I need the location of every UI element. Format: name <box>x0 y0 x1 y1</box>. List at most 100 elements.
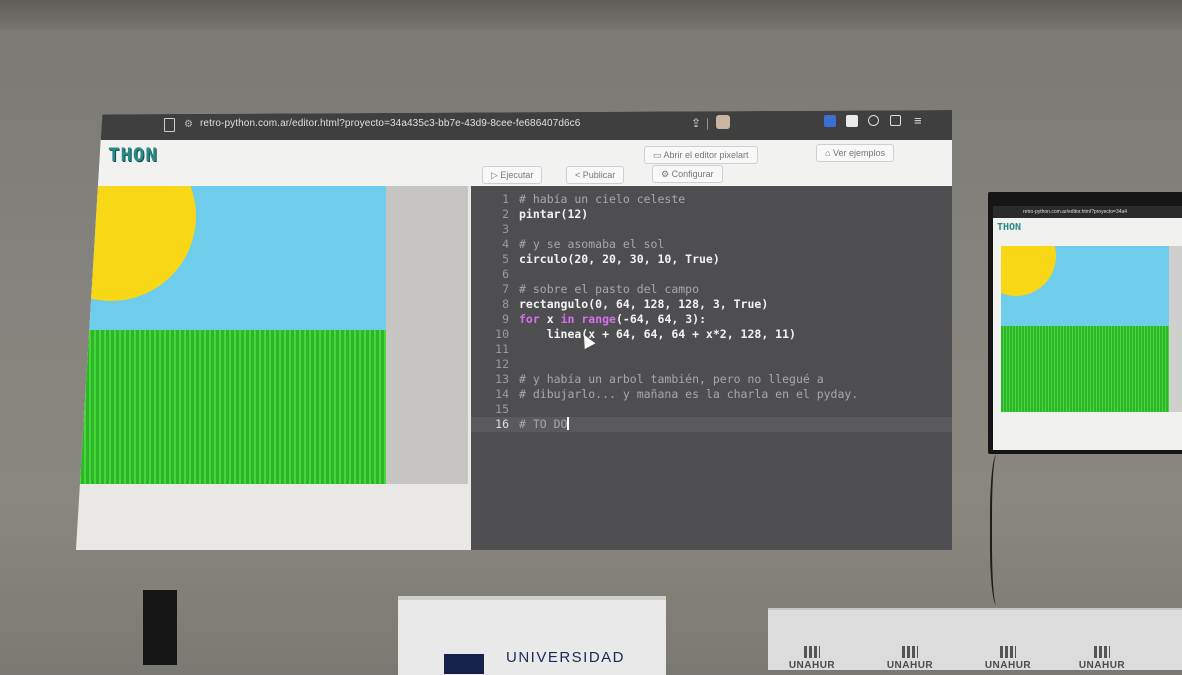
code-text: linea(x + 64, 64, 64 + x*2, 128, 11) <box>519 327 796 341</box>
code-line[interactable]: 1 # había un cielo celeste <box>471 192 952 207</box>
extension-icon[interactable] <box>716 115 730 129</box>
code-line[interactable]: 5 circulo(20, 20, 30, 10, True) <box>471 252 952 267</box>
line-number: 1 <box>502 192 509 206</box>
code-text: for x in range(-64, 64, 3): <box>519 312 706 326</box>
code-line[interactable]: 11 <box>471 342 952 357</box>
university-banner: UNIVERSIDAD <box>398 596 666 675</box>
line-number: 9 <box>502 312 509 326</box>
code-line[interactable]: 16 # TO DO <box>471 417 952 432</box>
line-number: 4 <box>502 237 509 251</box>
publish-button[interactable]: < Publicar <box>566 166 625 184</box>
grass-field <box>76 330 386 484</box>
code-line[interactable]: 13 # y había un arbol también, pero no ll… <box>471 372 952 387</box>
line-number: 13 <box>495 372 509 386</box>
line-number: 12 <box>495 357 509 371</box>
unahur-label-text: UNAHUR <box>1078 660 1126 671</box>
run-label: Ejecutar <box>500 170 534 180</box>
code-line[interactable]: 8 rectangulo(0, 64, 128, 128, 3, True) <box>471 297 952 312</box>
browser-toolbar: ⚙ retro-python.com.ar/editor.html?proyec… <box>76 110 952 140</box>
code-line[interactable]: 10 linea(x + 64, 64, 64 + x*2, 128, 11) <box>471 327 952 342</box>
code-text: # sobre el pasto del campo <box>519 282 700 296</box>
code-line[interactable]: 9 for x in range(-64, 64, 3): <box>471 312 952 327</box>
projected-screen: ⚙ retro-python.com.ar/editor.html?proyec… <box>76 110 952 550</box>
code-line[interactable]: 12 <box>471 357 952 372</box>
code-line[interactable]: 4 # y se asomaba el sol <box>471 237 952 252</box>
unahur-logo-icon <box>1094 646 1110 658</box>
line-number: 10 <box>495 327 509 341</box>
line-number: 6 <box>502 267 509 281</box>
line-number: 11 <box>495 342 509 356</box>
line-number: 2 <box>502 207 509 221</box>
game-canvas[interactable] <box>76 186 386 484</box>
line-number: 8 <box>502 297 509 311</box>
tv-monitor: retro-python.com.ar/editor.html?proyecto… <box>988 192 1182 454</box>
menu-icon[interactable]: ≡ <box>914 113 922 128</box>
code-line[interactable]: 3 <box>471 222 952 237</box>
code-editor[interactable]: 1 # había un cielo celeste 2 pintar(12) 3 4 # … <box>471 186 952 550</box>
unahur-label: UNAHUR <box>882 646 938 671</box>
code-line[interactable]: 6 <box>471 267 952 282</box>
code-text: pintar(12) <box>519 207 589 221</box>
bookmark-icon[interactable] <box>164 118 175 132</box>
line-number: 3 <box>502 222 509 236</box>
site-settings-icon[interactable]: ⚙ <box>184 119 193 130</box>
share-icon[interactable]: ⇪ <box>691 116 701 130</box>
tab-icon[interactable] <box>824 115 836 127</box>
examples-button[interactable]: ⌂ Ver ejemplos <box>816 144 894 162</box>
code-text: # y se asomaba el sol <box>519 237 665 251</box>
ceiling-edge <box>0 0 1182 30</box>
tv-cable <box>990 455 1006 605</box>
line-number: 5 <box>502 252 509 266</box>
line-number: 7 <box>502 282 509 296</box>
code-text: # dibujarlo... y mañana es la charla en … <box>519 387 859 401</box>
window-icon[interactable] <box>846 115 858 127</box>
open-pixelart-label: Abrir el editor pixelart <box>663 150 749 160</box>
toolbar-separator: | <box>706 116 710 130</box>
unahur-label: UNAHUR <box>1074 646 1130 671</box>
tv-address-bar: retro-python.com.ar/editor.html?proyecto… <box>993 206 1182 218</box>
unahur-label: UNAHUR <box>980 646 1036 671</box>
address-bar[interactable]: retro-python.com.ar/editor.html?proyecto… <box>200 118 580 129</box>
puzzle-icon[interactable] <box>890 115 901 126</box>
line-number: 14 <box>495 387 509 401</box>
canvas-panel <box>76 186 471 550</box>
sun-circle <box>76 186 196 301</box>
code-line[interactable]: 7 # sobre el pasto del campo <box>471 282 952 297</box>
unahur-label-text: UNAHUR <box>984 660 1032 671</box>
unahur-logo-icon <box>1000 646 1016 658</box>
code-text: rectangulo(0, 64, 128, 128, 3, True) <box>519 297 769 311</box>
examples-label: Ver ejemplos <box>832 148 885 158</box>
text-cursor <box>567 417 570 430</box>
line-number: 15 <box>495 402 509 416</box>
tv-sun-circle <box>1001 246 1056 296</box>
tv-screen: retro-python.com.ar/editor.html?proyecto… <box>993 206 1182 450</box>
run-button[interactable]: ▷ Ejecutar <box>482 166 543 184</box>
tv-grass-field <box>1001 326 1169 412</box>
university-logo-mark <box>444 654 484 674</box>
code-line[interactable]: 2 pintar(12) <box>471 207 952 222</box>
app-logo: THON <box>108 144 158 166</box>
line-number: 16 <box>495 417 509 431</box>
canvas-gutter <box>386 186 468 484</box>
unahur-banner: UNAHUR UNAHUR UNAHUR UNAHUR <box>768 608 1182 671</box>
code-line[interactable]: 15 <box>471 402 952 417</box>
sync-icon[interactable] <box>868 115 879 126</box>
tv-canvas-gutter <box>1169 246 1182 412</box>
unahur-logo-icon <box>902 646 918 658</box>
code-line[interactable]: 14 # dibujarlo... y mañana es la charla e… <box>471 387 952 402</box>
configure-button[interactable]: ⚙ Configurar <box>652 165 723 183</box>
configure-label: Configurar <box>671 169 714 179</box>
code-text: # TO DO <box>519 417 570 431</box>
speaker-pole <box>143 590 177 665</box>
code-text: # había un cielo celeste <box>519 192 686 206</box>
publish-label: Publicar <box>582 170 616 180</box>
unahur-label: UNAHUR <box>784 646 840 671</box>
unahur-logo-icon <box>804 646 820 658</box>
university-banner-text: UNIVERSIDAD <box>506 649 626 666</box>
code-text: # y había un arbol también, pero no lleg… <box>519 372 824 386</box>
open-pixelart-button[interactable]: ▭ Abrir el editor pixelart <box>644 146 758 164</box>
unahur-label-text: UNAHUR <box>788 660 836 671</box>
tv-game-canvas <box>1001 246 1169 412</box>
unahur-label-text: UNAHUR <box>886 660 934 671</box>
tv-app-logo: THON <box>997 222 1022 233</box>
